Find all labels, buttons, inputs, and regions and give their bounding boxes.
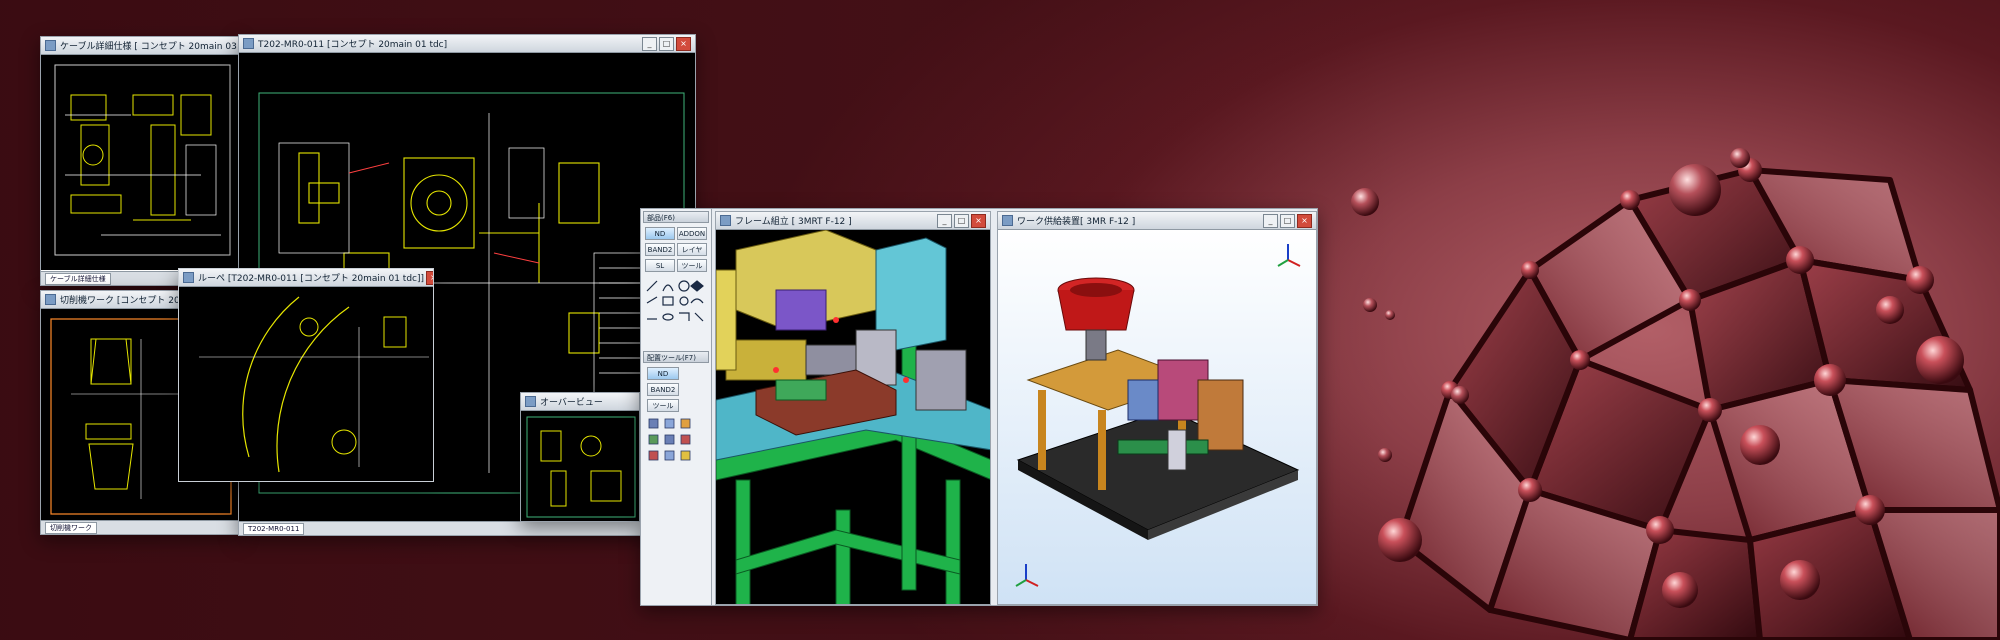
minimize-button[interactable]: _ (1263, 213, 1278, 228)
minimize-button[interactable]: _ (937, 213, 952, 228)
palette-btn-band2[interactable]: BAND2 (645, 243, 675, 256)
tab-cable-detail[interactable]: ケーブル詳細仕様 (45, 272, 111, 285)
palette2-btn-nd[interactable]: ND (647, 367, 679, 380)
frame-assembly-window[interactable]: フレーム組立 [ 3MRT F-12 ] _ □ × (715, 211, 991, 605)
minimize-button[interactable]: _ (642, 36, 657, 51)
cable-detail-window[interactable]: ケーブル詳細仕様 [ コンセプト 20main 03 tds ] ケーブル詳細仕… (40, 36, 240, 286)
close-button[interactable]: × (426, 270, 433, 285)
tab-main-drawing[interactable]: T202-MR0-011 (243, 522, 305, 535)
palette-btn-tool[interactable]: ツール (677, 259, 707, 272)
window-icon (1002, 215, 1013, 226)
palette-btn-layer[interactable]: レイヤ (677, 243, 707, 256)
cutting-work-statusbar: 切削機ワーク (41, 520, 239, 534)
palette2-btn-tool[interactable]: ツール (647, 399, 679, 412)
model-workspace-window[interactable]: 部品(F6) ND ADDON BAND2 レイヤ SL ツール 配置ツール(F… (640, 208, 1318, 606)
palette2-btn-band2[interactable]: BAND2 (647, 383, 679, 396)
window-icon (45, 294, 56, 305)
cable-detail-canvas[interactable] (41, 55, 239, 270)
overview-title: オーバービュー (540, 398, 603, 408)
frame-3d-viewport[interactable] (716, 230, 990, 604)
close-button[interactable]: × (971, 213, 986, 228)
window-icon (525, 396, 536, 407)
palette-header-parts: 部品(F6) (643, 211, 709, 223)
parts-feeder-title: ワーク供給装置[ 3MR F-12 ] (1017, 217, 1136, 227)
palette-btn-sl[interactable]: SL (645, 259, 675, 272)
drawing-tools-icons[interactable] (645, 279, 707, 327)
window-icon (45, 40, 56, 51)
loupe-canvas[interactable] (179, 287, 433, 481)
palette-btn-addon[interactable]: ADDON (677, 227, 707, 240)
floating-bubbles-graphic (1351, 148, 1750, 462)
frame-assembly-titlebar[interactable]: フレーム組立 [ 3MRT F-12 ] _ □ × (716, 212, 990, 230)
close-button[interactable]: × (676, 36, 691, 51)
window-icon (243, 38, 254, 49)
window-icon (720, 215, 731, 226)
main-cad-statusbar: T202-MR0-011 (239, 521, 695, 535)
maximize-button[interactable]: □ (954, 213, 969, 228)
axis-triad-top (1277, 244, 1301, 267)
overview-titlebar[interactable]: オーバービュー (521, 393, 639, 411)
parts-feeder-titlebar[interactable]: ワーク供給装置[ 3MR F-12 ] _ □ × (998, 212, 1316, 230)
cable-detail-title: ケーブル詳細仕様 [ コンセプト 20main 03 tds ] (60, 42, 239, 52)
parts-feeder-3d-viewport[interactable] (998, 230, 1316, 604)
overview-window[interactable]: オーバービュー (520, 392, 640, 522)
cable-detail-titlebar[interactable]: ケーブル詳細仕様 [ コンセプト 20main 03 tds ] (41, 37, 239, 55)
loupe-title: ルーペ [T202-MR0-011 [コンセプト 20main 01 tdc]] (198, 274, 425, 284)
palette-header-layout: 配置ツール(F7) (643, 351, 709, 363)
loupe-titlebar[interactable]: ルーペ [T202-MR0-011 [コンセプト 20main 01 tdc]]… (179, 269, 433, 287)
main-cad-titlebar[interactable]: T202-MR0-011 [コンセプト 20main 01 tdc] _ □ × (239, 35, 695, 53)
frame-assembly-title: フレーム組立 [ 3MRT F-12 ] (735, 217, 852, 227)
loupe-window[interactable]: ルーペ [T202-MR0-011 [コンセプト 20main 01 tdc]]… (178, 268, 434, 482)
maximize-button[interactable]: □ (659, 36, 674, 51)
window-icon (183, 272, 194, 283)
modify-tools-icons[interactable] (647, 417, 707, 467)
overview-canvas[interactable] (521, 411, 639, 521)
tool-palette: 部品(F6) ND ADDON BAND2 レイヤ SL ツール 配置ツール(F… (641, 209, 712, 605)
tab-cutting-work[interactable]: 切削機ワーク (45, 521, 97, 534)
parts-feeder-window[interactable]: ワーク供給装置[ 3MR F-12 ] _ □ × (997, 211, 1317, 605)
main-cad-title: T202-MR0-011 [コンセプト 20main 01 tdc] (258, 40, 448, 50)
close-button[interactable]: × (1297, 213, 1312, 228)
maximize-button[interactable]: □ (1280, 213, 1295, 228)
palette-btn-nd[interactable]: ND (645, 227, 675, 240)
